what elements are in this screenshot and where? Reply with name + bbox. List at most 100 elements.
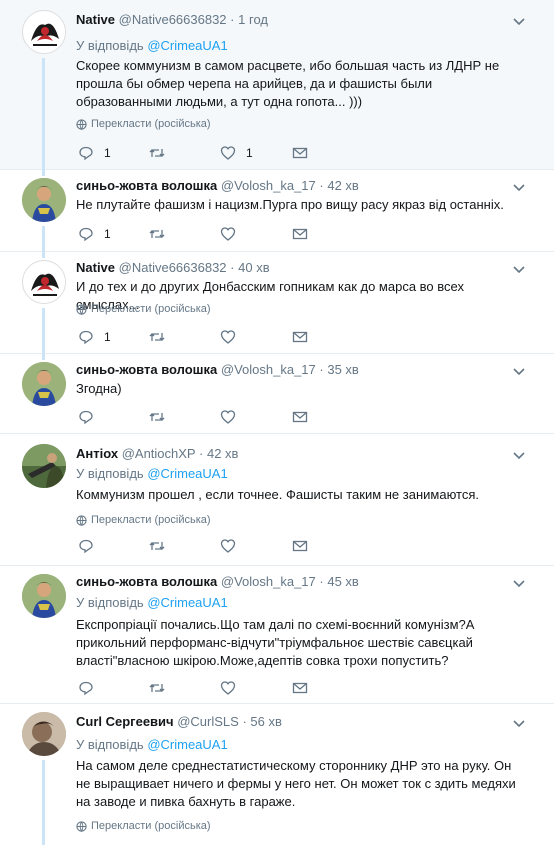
- like-button[interactable]: [220, 226, 236, 242]
- translate-link[interactable]: Перекласти (російська): [76, 820, 211, 832]
- tweet-header: синьо-жовта волошка @Volosh_ka_17 · 35 х…: [76, 362, 359, 378]
- message-button[interactable]: [292, 226, 308, 242]
- retweet-icon: [149, 684, 165, 692]
- translate-link[interactable]: Перекласти (російська): [76, 514, 211, 526]
- tweet-item[interactable]: Native @Native66636832 · 1 год У відпові…: [0, 0, 554, 170]
- chevron-down-icon[interactable]: [512, 14, 526, 28]
- timestamp[interactable]: 35 хв: [327, 362, 358, 377]
- mention-link[interactable]: @CrimeaUA1: [147, 38, 227, 53]
- like-button[interactable]: [220, 680, 236, 696]
- heart-icon: [220, 227, 236, 241]
- translate-label[interactable]: Перекласти (російська): [91, 514, 211, 526]
- user-handle[interactable]: @Native66636832: [119, 12, 227, 27]
- reply-button[interactable]: 1: [78, 145, 111, 161]
- thread-line: [42, 354, 45, 360]
- separator-dot: ·: [319, 574, 324, 589]
- chevron-down-icon[interactable]: [512, 576, 526, 590]
- like-button[interactable]: 1: [220, 145, 253, 161]
- display-name[interactable]: Native: [76, 12, 115, 27]
- tweet-header: Native @Native66636832 · 40 хв: [76, 260, 270, 276]
- reply-button[interactable]: [78, 680, 94, 696]
- reply-icon: [79, 410, 93, 425]
- tweet-item[interactable]: синьо-жовта волошка @Volosh_ka_17 · 42 х…: [0, 170, 554, 252]
- avatar[interactable]: [22, 712, 66, 756]
- retweet-icon: [149, 230, 165, 238]
- like-button[interactable]: [220, 329, 236, 345]
- timestamp[interactable]: 56 хв: [250, 714, 281, 729]
- retweet-icon: [149, 413, 165, 421]
- chevron-down-icon[interactable]: [512, 448, 526, 462]
- user-handle[interactable]: @Volosh_ka_17: [221, 178, 316, 193]
- timestamp[interactable]: 45 хв: [327, 574, 358, 589]
- reply-button[interactable]: 1: [78, 226, 111, 242]
- reply-button[interactable]: [78, 538, 94, 554]
- avatar[interactable]: [22, 10, 66, 54]
- globe-icon: [76, 303, 87, 315]
- display-name[interactable]: синьо-жовта волошка: [76, 574, 217, 589]
- envelope-icon: [292, 682, 308, 694]
- retweet-button[interactable]: [148, 538, 166, 554]
- message-button[interactable]: [292, 680, 308, 696]
- message-button[interactable]: [292, 329, 308, 345]
- user-handle[interactable]: @AntiochXP: [122, 446, 196, 461]
- like-count: 1: [246, 146, 253, 160]
- user-handle[interactable]: @Volosh_ka_17: [221, 362, 316, 377]
- user-handle[interactable]: @Volosh_ka_17: [221, 574, 316, 589]
- mention-link[interactable]: @CrimeaUA1: [147, 595, 227, 610]
- translate-link[interactable]: Перекласти (російська): [76, 118, 211, 130]
- avatar[interactable]: [22, 362, 66, 406]
- user-handle[interactable]: @CurlSLS: [177, 714, 239, 729]
- mention-link[interactable]: @CrimeaUA1: [147, 466, 227, 481]
- tweet-item[interactable]: Антіох @AntiochXP · 42 хв У відповідь @C…: [0, 434, 554, 566]
- translate-link[interactable]: Перекласти (російська): [76, 303, 211, 315]
- avatar[interactable]: [22, 444, 66, 488]
- retweet-button[interactable]: [148, 145, 176, 161]
- globe-icon: [76, 118, 87, 130]
- chevron-down-icon[interactable]: [512, 180, 526, 194]
- avatar[interactable]: [22, 574, 66, 618]
- user-handle[interactable]: @Native66636832: [119, 260, 227, 275]
- tweet-item[interactable]: синьо-жовта волошка @Volosh_ka_17 · 35 х…: [0, 354, 554, 434]
- retweet-button[interactable]: [148, 680, 166, 696]
- avatar[interactable]: [22, 178, 66, 222]
- reply-prefix: У відповідь: [76, 466, 144, 481]
- reply-button[interactable]: 1: [78, 329, 111, 345]
- message-button[interactable]: [292, 538, 308, 554]
- reply-prefix: У відповідь: [76, 38, 144, 53]
- chevron-down-icon[interactable]: [512, 262, 526, 276]
- message-button[interactable]: [292, 145, 308, 161]
- separator-dot: ·: [319, 178, 324, 193]
- display-name[interactable]: Native: [76, 260, 115, 275]
- retweet-button[interactable]: [148, 226, 166, 242]
- display-name[interactable]: Антіох: [76, 446, 118, 461]
- like-button[interactable]: [220, 538, 236, 554]
- envelope-icon: [292, 540, 308, 552]
- timestamp[interactable]: 40 хв: [238, 260, 269, 275]
- display-name[interactable]: Curl Сергеевич: [76, 714, 174, 729]
- chevron-down-icon[interactable]: [512, 716, 526, 730]
- translate-label[interactable]: Перекласти (російська): [91, 303, 211, 315]
- tweet-text: Експропріації почались.Що там далі по сх…: [76, 617, 475, 668]
- tweet-item[interactable]: синьо-жовта волошка @Volosh_ka_17 · 45 х…: [0, 566, 554, 704]
- mention-link[interactable]: @CrimeaUA1: [147, 737, 227, 752]
- tweet-text: Не плутайте фашизм і нацизм.Пурга про ви…: [76, 197, 504, 212]
- envelope-icon: [292, 331, 308, 343]
- like-button[interactable]: [220, 409, 236, 425]
- display-name[interactable]: синьо-жовта волошка: [76, 362, 217, 377]
- retweet-button[interactable]: [148, 409, 166, 425]
- chevron-down-icon[interactable]: [512, 364, 526, 378]
- avatar[interactable]: [22, 260, 66, 304]
- timestamp[interactable]: 1 год: [238, 12, 268, 27]
- retweet-button[interactable]: [148, 329, 166, 345]
- reply-button[interactable]: [78, 409, 94, 425]
- display-name[interactable]: синьо-жовта волошка: [76, 178, 217, 193]
- tweet-item[interactable]: Native @Native66636832 · 40 хв И до тех …: [0, 252, 554, 354]
- tweet-item[interactable]: Curl Сергеевич @CurlSLS · 56 хв У відпов…: [0, 704, 554, 845]
- message-button[interactable]: [292, 409, 308, 425]
- reply-icon: [79, 330, 93, 345]
- timestamp[interactable]: 42 хв: [207, 446, 238, 461]
- heart-icon: [220, 681, 236, 695]
- translate-label[interactable]: Перекласти (російська): [91, 820, 211, 832]
- translate-label[interactable]: Перекласти (російська): [91, 118, 211, 130]
- timestamp[interactable]: 42 хв: [327, 178, 358, 193]
